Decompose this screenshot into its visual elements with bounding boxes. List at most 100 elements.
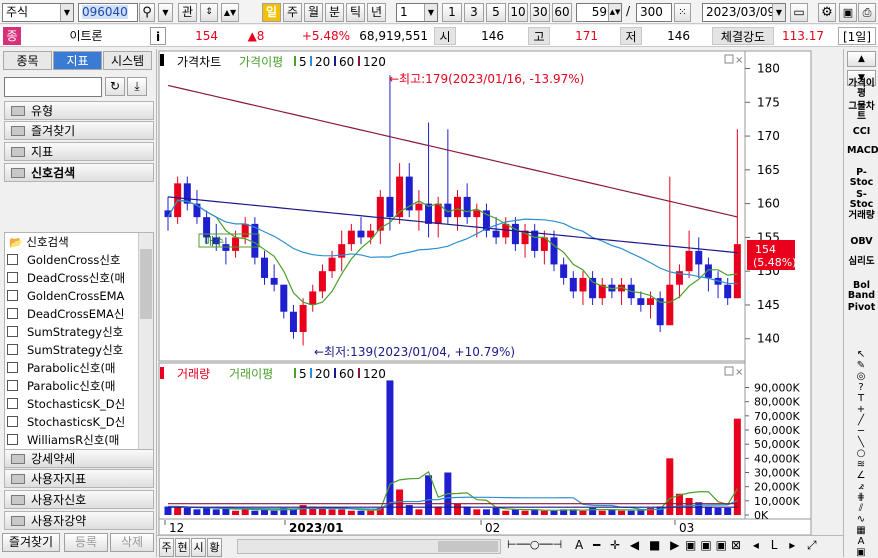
angle-icon[interactable]: ⦨ (851, 481, 871, 492)
quick-unit-button-4[interactable]: 30 (530, 3, 550, 22)
sidebar-tab-2[interactable]: 시스템 (103, 51, 152, 70)
info-button[interactable]: i (150, 27, 166, 45)
zoom-slider[interactable]: ⊢──○──⊣ (507, 538, 569, 554)
volume-bar[interactable] (598, 510, 606, 515)
trend-icon[interactable]: ⫽ (851, 503, 871, 514)
volume-panel[interactable] (158, 362, 746, 520)
tree-item[interactable]: DeadCross신호(매 (7, 269, 125, 287)
category-bottom-3[interactable]: 사용자강약 (4, 511, 154, 530)
volume-bar[interactable] (627, 510, 635, 515)
indicator-search-input[interactable] (4, 77, 102, 97)
eraser-icon[interactable]: ✎ (851, 360, 871, 371)
auto-icon[interactable]: A (851, 536, 871, 547)
volume-bar[interactable] (521, 510, 529, 515)
volume-bar[interactable] (550, 510, 558, 515)
indicator-tool-7[interactable]: OBV (847, 237, 876, 247)
volume-bar[interactable] (347, 510, 355, 515)
save-icon[interactable]: ▣ (839, 3, 857, 22)
tree-item[interactable]: SumStrategy신호 (7, 323, 123, 341)
grid-tool-icon[interactable]: ▦ (851, 525, 871, 536)
horizontal-line-icon[interactable]: ─ (851, 426, 871, 437)
candle-body[interactable] (318, 271, 326, 292)
volume-bar[interactable] (502, 510, 510, 515)
download-icon[interactable]: ⤓ (127, 77, 147, 96)
volume-bar[interactable] (270, 510, 278, 515)
cursor-icon[interactable]: ↖ (851, 349, 871, 360)
candle-body[interactable] (473, 210, 481, 218)
candle-body[interactable] (415, 203, 423, 211)
indicator-tool-4[interactable]: P-Stoc (847, 168, 876, 188)
volume-bar[interactable] (328, 509, 336, 515)
candle-body[interactable] (376, 196, 384, 231)
chart-action-icons[interactable]: ▣▣▣⊠ ◂ L ▸ ⤢ (685, 538, 821, 553)
candle-body[interactable] (724, 284, 732, 299)
volume-bar[interactable] (251, 510, 259, 515)
candle-body[interactable] (531, 230, 539, 251)
line-icon[interactable]: ╱ (851, 415, 871, 426)
period-button-0[interactable]: 일 (262, 3, 281, 22)
circle-icon[interactable]: ○ (851, 448, 871, 459)
category-top-0[interactable]: 유형 (4, 101, 154, 120)
volume-bar[interactable] (405, 505, 413, 515)
candle-body[interactable] (550, 237, 558, 265)
chart-scrollbar[interactable] (237, 539, 501, 554)
count-right-input[interactable]: 300 (636, 3, 672, 22)
price-panel-close-icon[interactable]: × (735, 55, 743, 66)
period-button-3[interactable]: 분 (325, 3, 344, 22)
refresh-icon[interactable]: ↻ (105, 77, 125, 96)
volume-bar[interactable] (386, 380, 394, 515)
volume-bar[interactable] (492, 507, 500, 515)
candle-body[interactable] (647, 298, 654, 305)
crosshair-icon[interactable]: + (851, 404, 871, 415)
tree-item[interactable]: GoldenCross신호 (7, 251, 121, 269)
indicator-tool-5[interactable]: S-Stoc (847, 190, 876, 210)
candle-body[interactable] (589, 277, 597, 299)
volume-bar[interactable] (618, 510, 626, 515)
checkbox[interactable] (7, 362, 18, 373)
candle-body[interactable] (241, 223, 249, 238)
chevron-down-icon[interactable]: ▼ (158, 3, 173, 22)
candle-body[interactable] (328, 257, 336, 272)
quick-unit-button-2[interactable]: 5 (486, 3, 506, 22)
print-icon[interactable]: ⎙ (858, 3, 876, 22)
candle-body[interactable] (695, 250, 703, 265)
candle-body[interactable] (232, 237, 240, 251)
indicator-tool-6[interactable]: 거래량 (847, 211, 876, 221)
checkbox[interactable] (7, 308, 18, 319)
category-top-2[interactable]: 지표 (4, 142, 154, 161)
all-icon[interactable]: ◎ (851, 371, 871, 382)
volume-bar[interactable] (473, 509, 481, 515)
indicator-tool-9[interactable]: Bol Band (847, 281, 876, 301)
candle-body[interactable] (463, 196, 471, 218)
tree-vertical-scrollbar[interactable] (138, 233, 153, 469)
candle-body[interactable] (289, 311, 297, 332)
category-bottom-2[interactable]: 사용자신호 (4, 490, 154, 509)
checkbox[interactable] (7, 272, 18, 283)
candle-body[interactable] (347, 230, 355, 245)
category-bottom-0[interactable]: 강세약세 (4, 449, 154, 468)
grid-icon[interactable]: ⁙ (674, 3, 691, 22)
indicator-tool-10[interactable]: Pivot (847, 303, 876, 313)
window-icon[interactable]: ▣ (851, 547, 871, 558)
volume-bar[interactable] (299, 505, 307, 515)
indicator-tool-2[interactable]: CCI (847, 127, 876, 137)
quick-unit-button-1[interactable]: 3 (464, 3, 484, 22)
checkbox[interactable] (7, 380, 18, 391)
volume-bar[interactable] (232, 510, 240, 515)
fibonacci-icon[interactable]: ≋ (851, 459, 871, 470)
candle-body[interactable] (560, 264, 568, 278)
unit-select[interactable]: 1 ▼ (396, 3, 438, 22)
volume-bar[interactable] (589, 507, 597, 515)
checkbox[interactable] (7, 416, 18, 427)
volume-bar[interactable] (714, 507, 722, 515)
tree-root[interactable]: 📂 신호검색 (9, 233, 69, 251)
volume-bar[interactable] (183, 507, 191, 515)
tree-item[interactable]: WilliamsR신호(매 (7, 431, 119, 449)
quick-unit-button-0[interactable]: 1 (442, 3, 462, 22)
text-icon[interactable]: T (851, 393, 871, 404)
tree-item[interactable]: SumStrategy신호 (7, 341, 123, 359)
count-left-input[interactable]: 59 ▲▼ (576, 3, 622, 22)
tree-item[interactable]: Parabolic신호(매 (7, 377, 116, 395)
updown-icon[interactable]: ⇕ (200, 3, 218, 22)
candle-body[interactable] (511, 223, 519, 245)
